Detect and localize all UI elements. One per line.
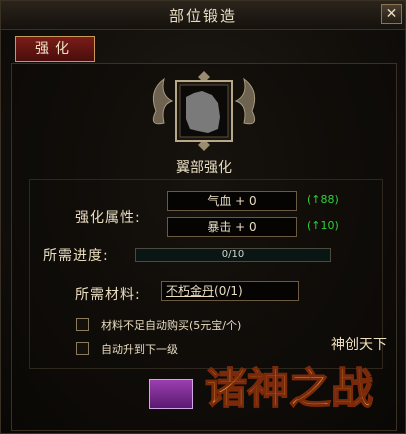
progress-bar: 0/10 — [135, 248, 331, 262]
progress-label: 所需进度: — [43, 248, 109, 264]
material-label: 所需材料: — [75, 287, 141, 303]
title-bar[interactable]: 部位锻造 ✕ — [1, 1, 405, 30]
forge-window: 部位锻造 ✕ 强化 翼部强化 强化属性: 气血 + 0 (↑88) 暴击 + 0… — [0, 0, 406, 434]
auto-buy-checkbox[interactable] — [76, 318, 89, 331]
attr-hp-bonus: (↑88) — [307, 193, 339, 206]
material-name-link[interactable]: 不朽金丹 — [166, 284, 214, 298]
window-title: 部位锻造 — [168, 7, 237, 25]
part-name: 翼部强化 — [176, 160, 232, 176]
enhance-button[interactable] — [149, 379, 193, 409]
attr-hp: 气血 + 0 — [167, 191, 297, 211]
progress-text: 0/10 — [221, 249, 245, 260]
material-count: (0/1) — [214, 284, 243, 298]
auto-upgrade-checkbox[interactable] — [76, 342, 89, 355]
material-field[interactable]: 不朽金丹(0/1) — [161, 281, 299, 301]
logo-main-text: 诸神之战 — [205, 364, 373, 413]
game-logo: 神创天下 诸神之战 — [204, 337, 387, 414]
enhance-attr-label: 强化属性: — [75, 210, 141, 226]
item-slot-frame[interactable] — [146, 71, 262, 151]
close-button[interactable]: ✕ — [381, 4, 402, 24]
auto-upgrade-label: 自动升到下一级 — [101, 343, 178, 356]
logo-sub-text: 神创天下 — [331, 337, 387, 353]
attr-crit: 暴击 + 0 — [167, 217, 297, 237]
tab-enhance[interactable]: 强化 — [15, 36, 95, 62]
attr-crit-bonus: (↑10) — [307, 219, 339, 232]
